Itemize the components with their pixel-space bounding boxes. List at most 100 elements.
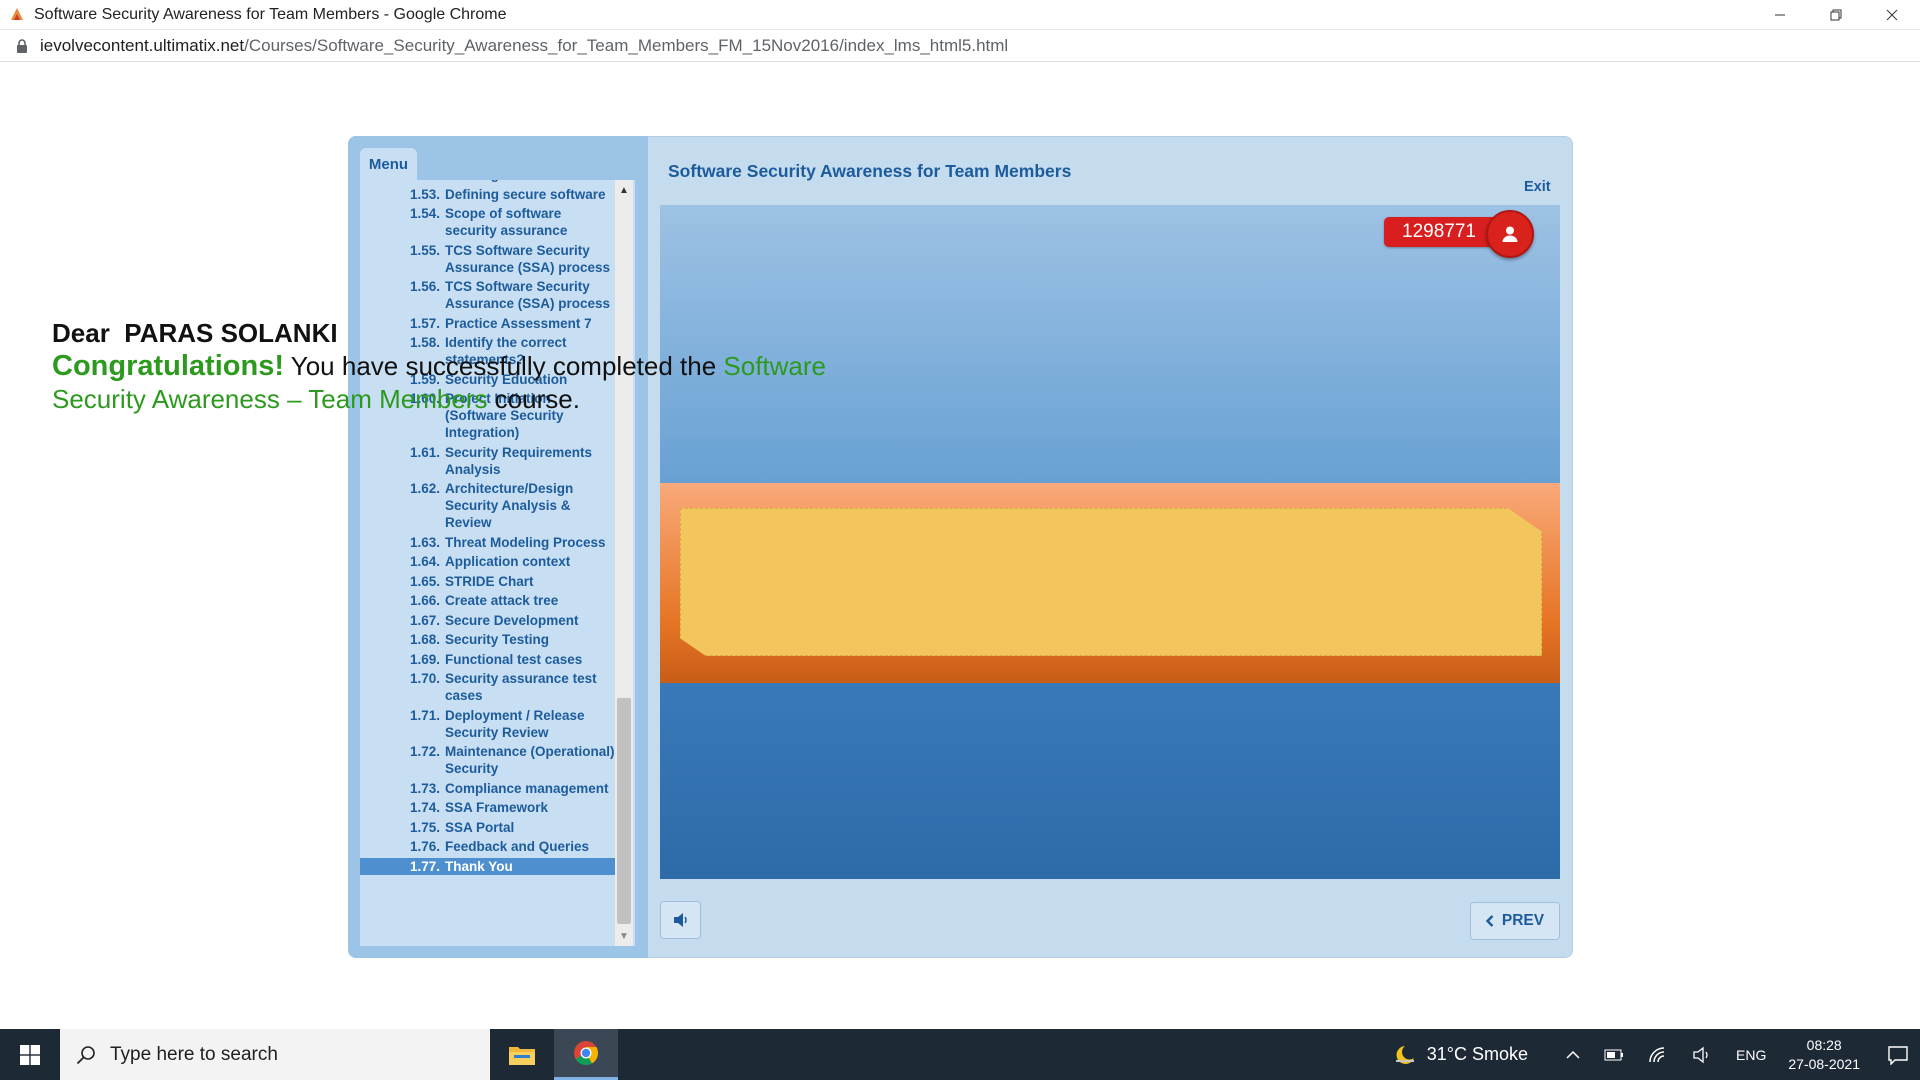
menu-item-number: 1.69. <box>410 651 441 667</box>
restore-icon <box>1830 9 1842 21</box>
menu-item[interactable]: 1.54. Scope of software security assuranc… <box>360 205 615 239</box>
menu-item-label: Maintenance (Operational) Security <box>445 744 615 776</box>
menu-item-number: 1.71. <box>410 707 441 723</box>
menu-tab[interactable]: Menu <box>360 148 417 180</box>
weather-moon-icon <box>1395 1045 1414 1064</box>
wifi-icon <box>1649 1046 1665 1062</box>
menu-item[interactable]: 1.76. Feedback and Queries <box>360 838 615 855</box>
volume-icon <box>1693 1046 1708 1063</box>
menu-item-label: Functional test cases <box>445 651 583 667</box>
menu-item-number: 1.76. <box>410 839 441 854</box>
scroll-down-arrow-icon[interactable]: ▼ <box>615 926 633 946</box>
restore-button[interactable] <box>1808 0 1864 30</box>
menu-item-label: Security Requirements Analysis <box>445 444 593 477</box>
menu-item-number: 1.72. <box>410 744 441 759</box>
search-icon <box>76 1045 95 1064</box>
volume-control[interactable] <box>1692 1046 1712 1064</box>
battery-icon <box>1604 1049 1624 1060</box>
audio-toggle-button[interactable] <box>660 901 701 939</box>
clock-time: 08:28 <box>1806 1036 1842 1053</box>
browser-title-bar: Software Security Awareness for Team Mem… <box>0 0 1920 30</box>
congrats-text: Congratulations! <box>52 350 284 382</box>
url-path: /Courses/Software_Security_Awareness_for… <box>244 35 1009 55</box>
notifications-button[interactable] <box>1876 1045 1920 1065</box>
search-placeholder: Type here to search <box>110 1043 278 1065</box>
scroll-up-arrow-icon[interactable]: ▲ <box>615 180 633 200</box>
menu-item[interactable]: 1.69. Functional test cases <box>360 651 615 668</box>
prev-label: PREV <box>1501 912 1545 929</box>
notification-icon <box>1888 1045 1908 1065</box>
menu-item[interactable]: 1.77. Thank You <box>360 857 615 875</box>
menu-item-label: Deployment / Release Security Review <box>445 707 585 740</box>
menu-item-number: 1.77. <box>410 858 441 874</box>
menu-item[interactable]: 1.74. SSA Framework <box>360 799 615 816</box>
minimize-icon <box>1775 14 1785 16</box>
menu-item-number: 1.64. <box>410 554 441 569</box>
menu-item-number: 1.52. <box>410 180 440 183</box>
menu-item-label: Secure Development <box>445 612 579 628</box>
menu-item-label: Compliance management <box>445 780 609 796</box>
close-window-button[interactable] <box>1864 0 1920 30</box>
clock[interactable]: 08:28 27-08-2021 <box>1788 1036 1860 1074</box>
menu-scrollbar[interactable]: ▲ ▼ <box>615 180 633 946</box>
menu-item-number: 1.63. <box>410 534 441 550</box>
learner-name: PARAS SOLANKI <box>124 318 338 348</box>
user-icon <box>1502 226 1518 242</box>
menu-item[interactable]: 1.61. Security Requirements Analysis <box>360 444 615 478</box>
menu-item[interactable]: 1.52.Defining secure software <box>360 180 615 183</box>
taskbar-search-box[interactable]: Type here to search <box>60 1029 490 1080</box>
menu-item[interactable]: 1.68. Security Testing <box>360 631 615 648</box>
menu-item-number: 1.70. <box>410 671 441 686</box>
menu-item-number: 1.68. <box>410 632 441 647</box>
menu-item-label: Threat Modeling Process <box>445 534 606 550</box>
menu-item[interactable]: 1.72. Maintenance (Operational) Security <box>360 743 615 777</box>
taskbar-file-explorer[interactable] <box>490 1029 554 1080</box>
battery-status[interactable] <box>1604 1049 1624 1061</box>
menu-item-label: Architecture/Design Security Analysis & … <box>445 481 574 530</box>
menu-item-label: Defining secure software <box>435 180 615 183</box>
menu-item-label: Application context <box>445 554 571 569</box>
minimize-button[interactable] <box>1752 0 1808 30</box>
menu-item[interactable]: 1.55. TCS Software Security Assurance (SS… <box>360 242 615 276</box>
start-button[interactable] <box>0 1029 60 1080</box>
menu-item[interactable]: 1.70. Security assurance test cases <box>360 670 615 704</box>
system-tray: 31°C Smoke ENG 08:28 27-08-2021 <box>1393 1029 1920 1080</box>
prev-button[interactable]: PREV <box>1470 902 1560 940</box>
menu-item[interactable]: 1.62. Architecture/Design Security Analys… <box>360 480 615 531</box>
menu-item[interactable]: 1.56. TCS Software Security Assurance (SS… <box>360 278 615 312</box>
menu-item-number: 1.73. <box>410 780 441 796</box>
menu-item[interactable]: 1.71. Deployment / Release Security Revie… <box>360 707 615 741</box>
menu-item-label: TCS Software Security Assurance (SSA) pr… <box>445 242 611 275</box>
menu-item[interactable]: 1.73. Compliance management <box>360 780 615 797</box>
tray-overflow-button[interactable] <box>1566 1050 1580 1060</box>
window-controls <box>1752 0 1920 30</box>
weather-widget[interactable]: 31°C Smoke <box>1393 1044 1528 1066</box>
menu-item-label: Security assurance test cases <box>445 671 597 703</box>
menu-item[interactable]: 1.63. Threat Modeling Process <box>360 534 615 551</box>
input-language[interactable]: ENG <box>1736 1047 1766 1063</box>
menu-item[interactable]: 1.65. STRIDE Chart <box>360 573 615 590</box>
menu-list: 1.52.Defining secure software 1.53.Defini… <box>360 180 635 946</box>
course-title: Software Security Awareness for Team Mem… <box>668 161 1072 181</box>
menu-item[interactable]: 1.53. Defining secure software <box>360 186 615 203</box>
taskbar-chrome[interactable] <box>554 1029 618 1080</box>
menu-item[interactable]: 1.66. Create attack tree <box>360 592 615 609</box>
menu-item[interactable]: 1.67. Secure Development <box>360 612 615 629</box>
menu-item-number: 1.55. <box>410 242 441 258</box>
slide-stage <box>660 205 1560 879</box>
menu-item-label: TCS Software Security Assurance (SSA) pr… <box>445 279 611 311</box>
window-title: Software Security Awareness for Team Mem… <box>34 5 507 23</box>
network-status[interactable] <box>1648 1046 1668 1064</box>
scroll-thumb[interactable] <box>617 698 631 924</box>
menu-item[interactable]: 1.64. Application context <box>360 553 615 570</box>
menu-item-label: Thank You <box>445 858 513 874</box>
completion-message: Dear PARAS SOLANKI Congratulations! You … <box>52 317 882 416</box>
user-avatar[interactable] <box>1486 210 1534 258</box>
url-text[interactable]: ievolvecontent.ultimatix.net/Courses/Sof… <box>40 36 1008 56</box>
exit-link[interactable]: Exit <box>1524 179 1551 195</box>
address-bar[interactable]: ievolvecontent.ultimatix.net/Courses/Sof… <box>0 30 1920 62</box>
speaker-icon <box>673 913 687 927</box>
menu-item-number: 1.65. <box>410 573 441 589</box>
menu-item[interactable]: 1.75. SSA Portal <box>360 819 615 836</box>
menu-item-number: 1.62. <box>410 481 441 496</box>
